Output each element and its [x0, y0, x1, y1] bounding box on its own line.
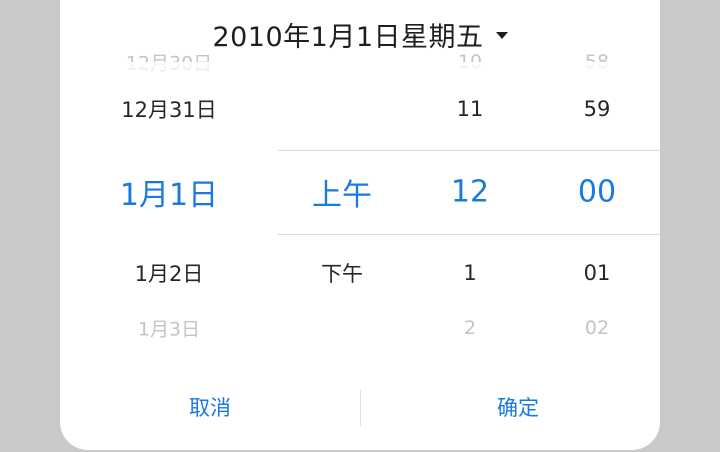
minute-item[interactable]: 01 [534, 261, 660, 285]
confirm-button[interactable]: 确定 [376, 384, 660, 430]
ampm-wheel[interactable]: 上午 下午 [278, 62, 406, 362]
minute-item[interactable]: 59 [534, 97, 660, 121]
caret-down-icon[interactable] [495, 31, 508, 39]
hour-item-selected[interactable]: 12 [406, 175, 534, 210]
selection-divider-bottom [278, 234, 660, 235]
hour-item[interactable]: 2 [406, 317, 534, 339]
hour-item[interactable]: 11 [406, 97, 534, 121]
cancel-button[interactable]: 取消 [68, 384, 352, 430]
minute-item[interactable]: 58 [534, 51, 660, 73]
date-item[interactable]: 1月3日 [60, 315, 278, 342]
hour-item[interactable]: 1 [406, 261, 534, 285]
ampm-item[interactable]: 下午 [278, 258, 406, 288]
date-wheel[interactable]: 12月30日 12月31日 1月1日 1月2日 1月3日 [60, 53, 278, 362]
minute-item[interactable]: 02 [534, 317, 660, 339]
date-time-picker-dialog: 2010年1月1日星期五 12月30日 12月31日 1月1日 1月2日 1月3… [60, 0, 660, 450]
hour-item[interactable]: 10 [406, 51, 534, 73]
date-item-selected[interactable]: 1月1日 [60, 170, 278, 214]
selection-divider-top [278, 150, 660, 151]
minute-item-selected[interactable]: 00 [534, 175, 660, 210]
button-divider [360, 390, 361, 426]
minute-wheel[interactable]: 58 59 00 01 02 [534, 51, 660, 362]
hour-wheel[interactable]: 10 11 12 1 2 [406, 51, 534, 362]
date-item[interactable]: 12月31日 [60, 94, 278, 124]
date-item[interactable]: 12月30日 [60, 49, 278, 76]
dialog-button-bar: 取消 确定 [60, 384, 660, 430]
date-item[interactable]: 1月2日 [60, 258, 278, 288]
ampm-item-selected[interactable]: 上午 [278, 170, 406, 214]
wheel-picker: 12月30日 12月31日 1月1日 1月2日 1月3日 上午 下午 10 11… [60, 51, 660, 362]
